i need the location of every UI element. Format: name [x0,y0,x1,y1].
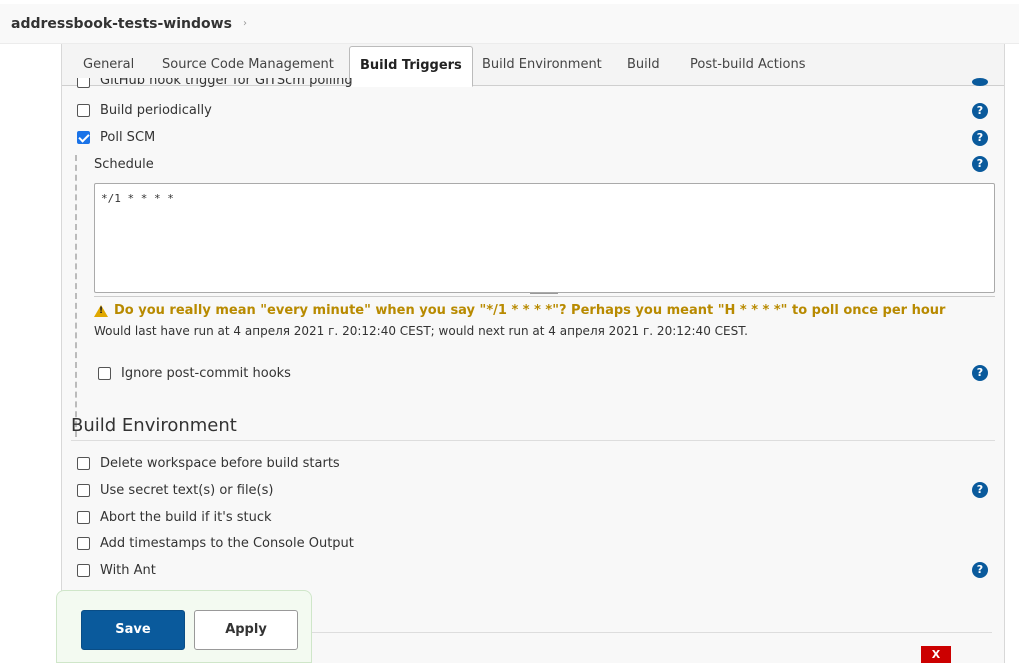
build-env-option-row: Add timestamps to the Console Output [77,536,354,551]
build-periodically-label: Build periodically [100,103,212,118]
build-periodically-row: Build periodically [77,103,212,118]
delete-x-button[interactable]: X [921,646,951,663]
next-section-divider [312,632,992,633]
delete-workspace-label: Delete workspace before build starts [100,456,340,471]
poll-scm-checkbox[interactable] [77,131,90,144]
save-button[interactable]: Save [81,610,185,650]
schedule-label: Schedule [94,157,154,172]
ignore-hooks-checkbox[interactable] [98,367,111,380]
build-env-option-row: With Ant [77,563,156,578]
ignore-hooks-row: Ignore post-commit hooks [98,366,291,381]
poll-scm-nest-line [75,155,77,437]
build-environment-heading: Build Environment [71,415,237,436]
with-ant-checkbox[interactable] [77,564,90,577]
tab-build[interactable]: Build [627,57,660,72]
build-periodically-help-icon[interactable]: ? [972,103,988,119]
poll-scm-row: Poll SCM [77,130,155,145]
build-periodically-checkbox[interactable] [77,104,90,117]
ignore-hooks-help-icon[interactable]: ? [972,365,988,381]
tab-source-code-management[interactable]: Source Code Management [162,57,334,72]
github-hook-help-icon[interactable] [972,78,988,86]
secret-text-label: Use secret text(s) or file(s) [100,483,274,498]
timestamps-label: Add timestamps to the Console Output [100,536,354,551]
abort-stuck-label: Abort the build if it's stuck [100,510,272,525]
config-panel: General Source Code Management Build Tri… [61,44,1005,663]
poll-scm-label: Poll SCM [100,130,156,145]
breadcrumb-bar: addressbook-tests-windows › [0,4,1019,44]
apply-button[interactable]: Apply [194,610,298,650]
with-ant-help-icon[interactable]: ? [972,562,988,578]
save-apply-bar: Save Apply [56,590,312,663]
tab-build-environment[interactable]: Build Environment [482,57,602,72]
github-hook-checkbox[interactable] [77,78,90,88]
schedule-help-icon[interactable]: ? [972,156,988,172]
build-env-option-row: Delete workspace before build starts [77,456,340,471]
build-env-option-row: Abort the build if it's stuck [77,510,272,525]
warning-icon [94,304,108,317]
timestamps-checkbox[interactable] [77,537,90,550]
github-hook-label: GitHub hook trigger for GITScm polling [100,78,353,88]
with-ant-label: With Ant [100,563,156,578]
secret-text-help-icon[interactable]: ? [972,482,988,498]
schedule-run-info: Would last have run at 4 апреля 2021 г. … [94,324,748,338]
ignore-hooks-label: Ignore post-commit hooks [121,366,291,381]
breadcrumb-arrow-icon[interactable]: › [243,18,247,29]
poll-scm-help-icon[interactable]: ? [972,130,988,146]
build-env-option-row: Use secret text(s) or file(s) [77,483,273,498]
tab-post-build-actions[interactable]: Post-build Actions [690,57,805,72]
schedule-warning-text: Do you really mean "every minute" when y… [114,303,946,318]
schedule-textarea[interactable]: */1 * * * * [94,183,995,293]
abort-stuck-checkbox[interactable] [77,511,90,524]
schedule-warning: Do you really mean "every minute" when y… [94,303,945,318]
textarea-divider [94,296,995,297]
tab-general[interactable]: General [83,57,134,72]
tab-build-triggers[interactable]: Build Triggers [349,46,473,87]
github-hook-row: GitHub hook trigger for GITScm polling [77,78,353,88]
breadcrumb-job-name[interactable]: addressbook-tests-windows [11,16,232,32]
secret-text-checkbox[interactable] [77,484,90,497]
delete-workspace-checkbox[interactable] [77,457,90,470]
section-divider [71,440,995,441]
